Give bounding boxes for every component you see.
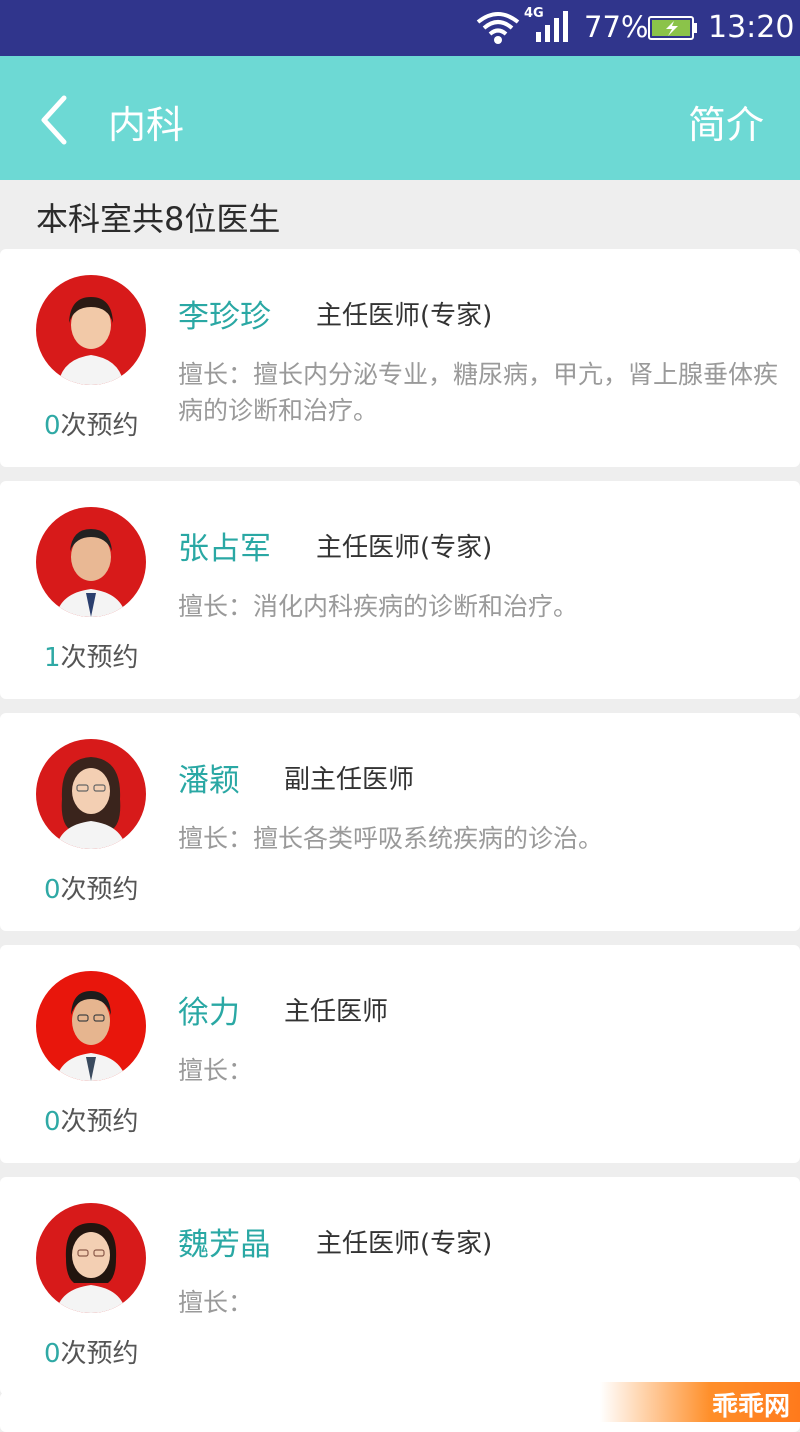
clock: 13:20 (708, 10, 795, 45)
doctor-title: 主任医师(专家) (316, 533, 493, 563)
doctor-count-summary: 本科室共8位医生 (36, 200, 281, 238)
back-button[interactable] (30, 84, 80, 154)
watermark-text: 乖乖网 (711, 1392, 790, 1422)
doctor-specialty: 擅长：消化内科疾病的诊断和治疗。 (178, 592, 579, 621)
battery-charging-icon (648, 16, 697, 40)
appointment-count: 1次预约 (44, 643, 139, 673)
doctor-card[interactable]: 0次预约 潘颖 副主任医师 擅长：擅长各类呼吸系统疾病的诊治。 (0, 713, 800, 931)
doctor-specialty: 擅长： (178, 1288, 254, 1317)
doctor-title: 主任医师 (284, 997, 389, 1027)
appointment-count: 0次预约 (44, 1107, 139, 1137)
doctor-title: 副主任医师 (284, 765, 415, 795)
doctor-name: 徐力 (178, 995, 240, 1031)
wifi-icon (476, 12, 520, 44)
appointment-count: 0次预约 (44, 411, 139, 441)
doctor-avatar (36, 1203, 146, 1313)
watermark: 乖乖网 (600, 1382, 800, 1422)
doctor-name: 张占军 (178, 531, 271, 567)
doctor-name: 潘颖 (178, 763, 240, 799)
doctor-specialty: 擅长：擅长内分泌专业，糖尿病，甲亢，肾上腺垂体疾病的诊断和治疗。 (178, 360, 779, 425)
doctor-specialty: 擅长： (178, 1056, 254, 1085)
doctor-avatar (36, 739, 146, 849)
app-header: 内科 简介 (0, 56, 800, 180)
intro-button[interactable]: 简介 (688, 94, 764, 149)
doctor-name: 李珍珍 (178, 299, 271, 335)
appointment-count: 0次预约 (44, 875, 139, 905)
doctor-card[interactable]: 0次预约 徐力 主任医师 擅长： (0, 945, 800, 1163)
doctor-name: 魏芳晶 (178, 1227, 271, 1263)
page-title: 内科 (108, 103, 185, 147)
doctor-title: 主任医师(专家) (316, 301, 493, 331)
signal-icon (536, 11, 568, 42)
doctor-card[interactable]: 1次预约 张占军 主任医师(专家) 擅长：消化内科疾病的诊断和治疗。 (0, 481, 800, 699)
doctor-specialty: 擅长：擅长各类呼吸系统疾病的诊治。 (178, 824, 604, 853)
battery-percent: 77% (584, 10, 649, 44)
status-bar: 4G 77% 13:20 (0, 0, 800, 56)
doctor-avatar (36, 971, 146, 1081)
doctor-avatar (36, 275, 146, 385)
doctor-card[interactable]: 0次预约 李珍珍 主任医师(专家) 擅长：擅长内分泌专业，糖尿病，甲亢，肾上腺垂… (0, 249, 800, 467)
doctor-title: 主任医师(专家) (316, 1229, 493, 1259)
appointment-count: 0次预约 (44, 1339, 139, 1369)
doctor-avatar (36, 507, 146, 617)
doctor-card[interactable]: 0次预约 魏芳晶 主任医师(专家) 擅长： (0, 1177, 800, 1395)
